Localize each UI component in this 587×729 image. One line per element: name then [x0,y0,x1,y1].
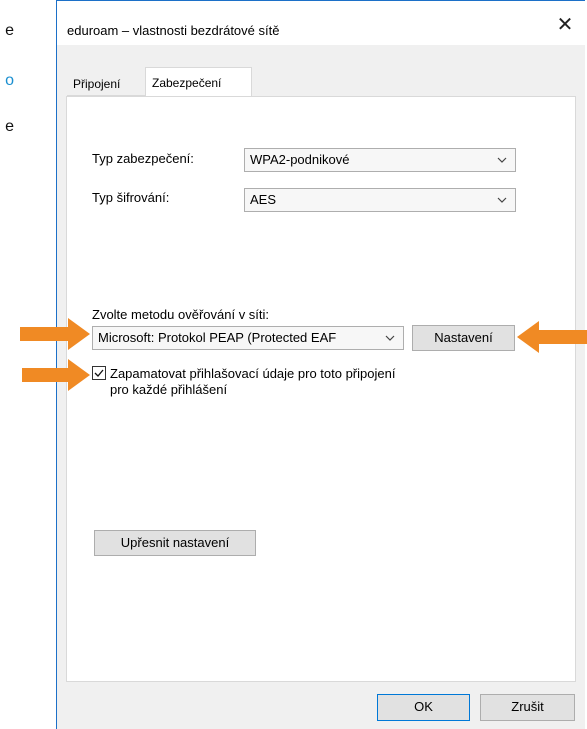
security-type-select[interactable]: WPA2-podnikové [244,148,516,172]
background-link-fragment: o [5,72,14,89]
auth-method-select[interactable]: Microsoft: Protokol PEAP (Protected EAF [92,326,404,350]
auth-settings-button[interactable]: Nastavení [412,325,515,351]
ok-button[interactable]: OK [377,694,470,721]
auth-method-label: Zvolte metodu ověřování v síti: [92,307,270,322]
annotation-arrow-left-icon [517,321,587,353]
wireless-properties-dialog: eduroam – vlastnosti bezdrátové sítě ✕ P… [56,0,585,729]
checkmark-icon [94,369,104,377]
chevron-down-icon [383,327,397,349]
background-text-fragment: e [5,22,14,39]
title-bar[interactable]: eduroam – vlastnosti bezdrátové sítě ✕ [57,1,585,45]
cancel-button[interactable]: Zrušit [480,694,575,721]
security-type-label: Typ zabezpečení: [92,151,194,166]
dialog-title: eduroam – vlastnosti bezdrátové sítě [67,23,280,38]
auth-method-value: Microsoft: Protokol PEAP (Protected EAF [98,330,337,345]
background-text-fragment: e [5,118,14,135]
advanced-settings-button[interactable]: Upřesnit nastavení [94,530,256,556]
tab-security[interactable]: Zabezpečení [145,67,252,97]
chevron-down-icon [495,189,509,211]
close-icon[interactable]: ✕ [545,13,585,37]
tab-connection[interactable]: Připojení [67,72,145,96]
chevron-down-icon [495,149,509,171]
annotation-arrow-right-icon [22,359,90,391]
remember-credentials-label-line2: pro každé přihlášení [110,382,228,397]
encryption-type-select[interactable]: AES [244,188,516,212]
remember-credentials-checkbox[interactable] [92,366,106,380]
security-type-value: WPA2-podnikové [250,152,350,167]
remember-credentials-label-line1: Zapamatovat přihlašovací údaje pro toto … [110,366,396,381]
annotation-arrow-right-icon [20,318,90,350]
encryption-type-label: Typ šifrování: [92,190,170,205]
encryption-type-value: AES [250,192,277,207]
